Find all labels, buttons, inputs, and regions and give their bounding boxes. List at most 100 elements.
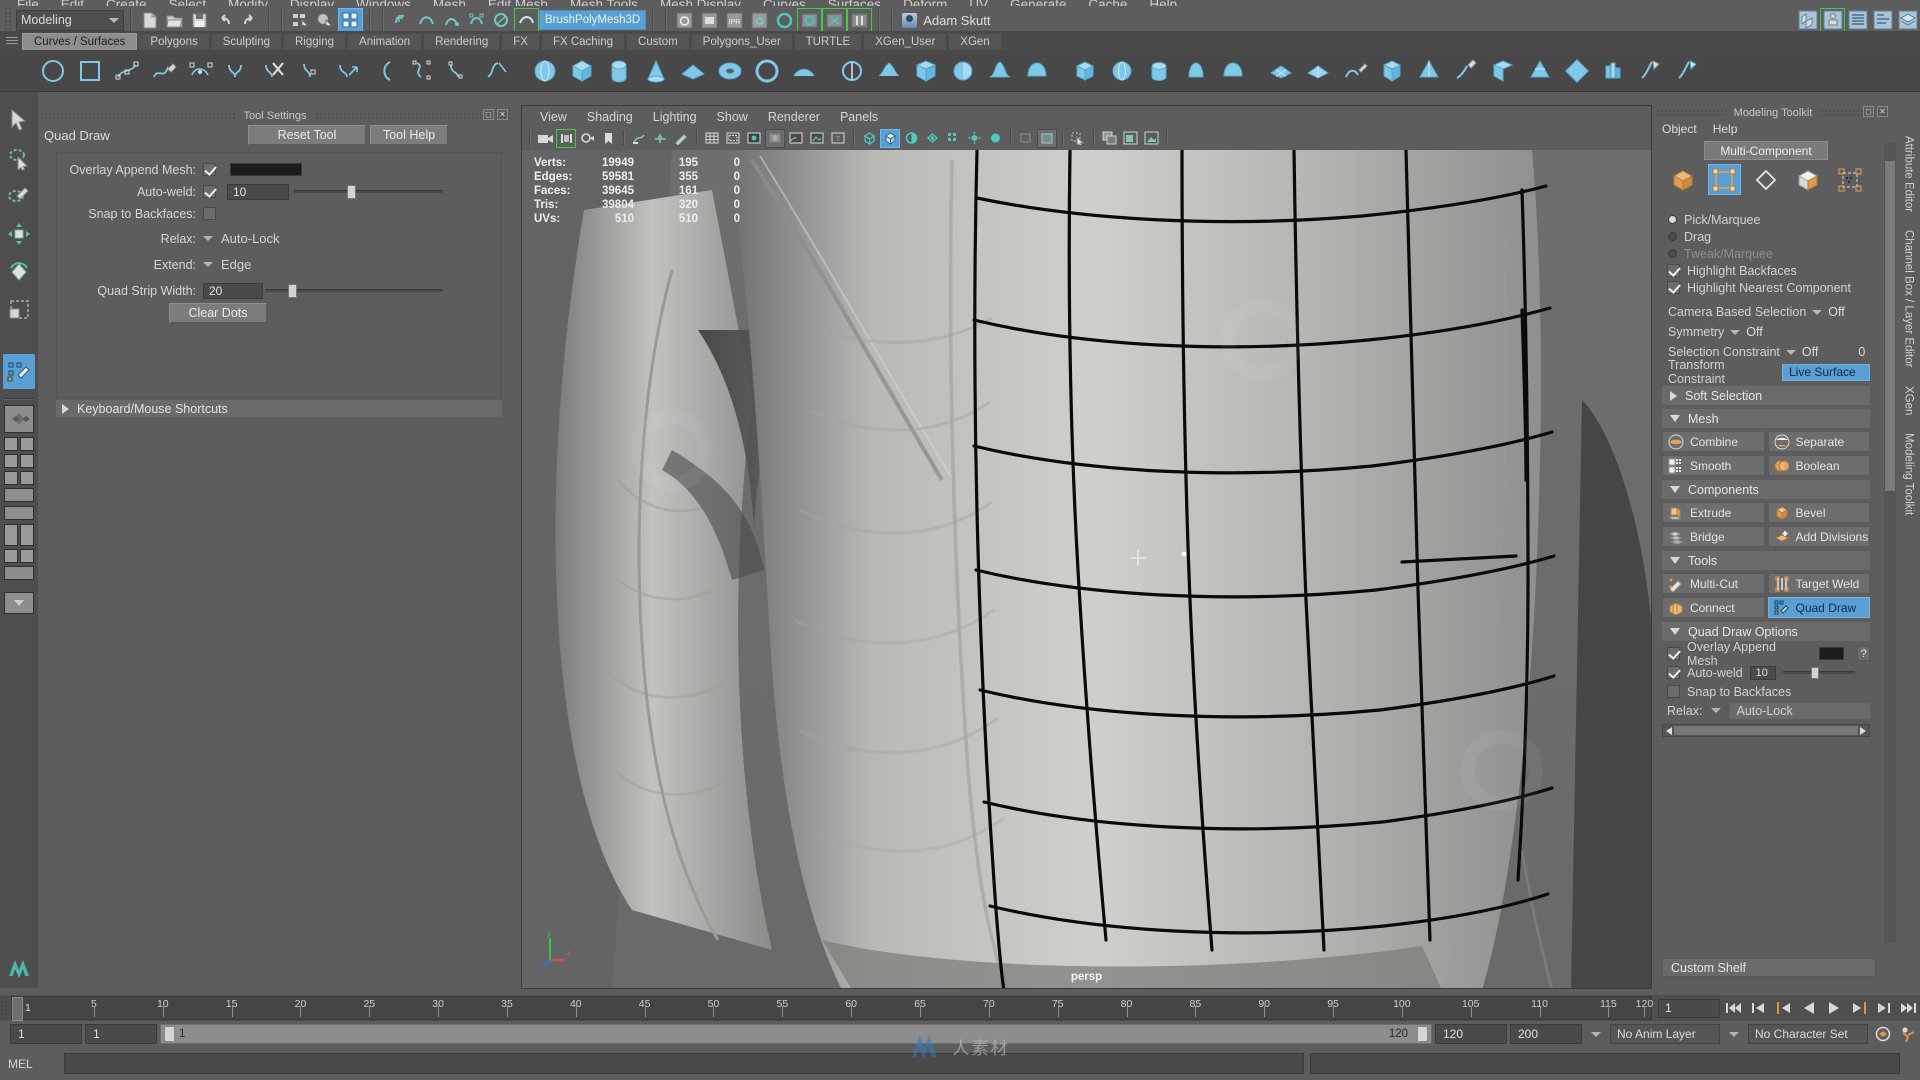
chevron-down-icon[interactable] <box>203 236 213 241</box>
shelf-tab-polygons[interactable]: Polygons <box>138 33 210 50</box>
side-tab-channel-box[interactable]: Channel Box / Layer Editor <box>1900 221 1918 376</box>
tools-section-header[interactable]: Tools <box>1662 551 1870 570</box>
open-scene-button[interactable] <box>162 8 187 33</box>
close-icon[interactable]: ✕ <box>1877 106 1888 117</box>
curve-tangent-icon[interactable] <box>221 54 255 88</box>
poly-helix-icon[interactable] <box>1523 54 1557 88</box>
time-slider-track[interactable]: 1 5 10 15 20 25 30 35 40 45 50 55 60 65 … <box>11 996 1653 1021</box>
chevron-down-icon[interactable] <box>1591 1031 1601 1037</box>
ambient-occlusion-icon[interactable] <box>901 129 921 148</box>
quad-draw-tool-button[interactable] <box>3 354 35 389</box>
snap-to-curve-button[interactable] <box>414 8 439 33</box>
bookmark-icon[interactable] <box>598 129 618 148</box>
multi-component-icon[interactable] <box>1707 164 1741 195</box>
show-hide-attribute-editor-button[interactable] <box>1845 8 1870 33</box>
offset-curve-icon[interactable] <box>369 54 403 88</box>
toggle-panel-layout-icon[interactable] <box>1099 129 1119 148</box>
panel-window-buttons[interactable]: ◻ ✕ <box>1863 106 1888 117</box>
mt-snap-to-backfaces-checkbox[interactable] <box>1667 685 1680 698</box>
play-forwards-icon[interactable] <box>1822 998 1845 1018</box>
show-hide-modeling-toolkit-button[interactable] <box>1795 8 1820 33</box>
extrude-surface-icon[interactable] <box>946 54 980 88</box>
viewport-snapshot-icon[interactable] <box>1141 129 1161 148</box>
chevron-down-icon[interactable] <box>1729 1031 1739 1037</box>
new-scene-button[interactable] <box>137 8 162 33</box>
range-track[interactable]: 1 120 <box>160 1024 1432 1044</box>
quick-layout-outliner-persp-button[interactable] <box>4 471 34 485</box>
viewport-menu-panels[interactable]: Panels <box>830 110 888 124</box>
highlight-nearest-component-checkbox[interactable] <box>1667 281 1680 294</box>
light-editor-button[interactable] <box>847 7 873 33</box>
object-mode-icon[interactable] <box>1666 164 1699 195</box>
extend-curve-icon[interactable] <box>332 54 366 88</box>
multi-cut-button[interactable]: Multi-Cut <box>1662 573 1765 594</box>
anim-start-time-field[interactable]: 1 <box>10 1024 82 1044</box>
duplicate-surface-curve-icon[interactable] <box>480 54 514 88</box>
undock-icon[interactable]: ◻ <box>1863 106 1874 117</box>
reset-tool-button[interactable]: Reset Tool <box>248 125 366 145</box>
poly-cylinder-icon[interactable] <box>1142 54 1176 88</box>
step-back-keyframe-icon[interactable] <box>1747 998 1770 1018</box>
camera-based-selection-value[interactable]: Off <box>1828 305 1844 319</box>
poly-cone-icon[interactable] <box>1179 54 1213 88</box>
slider-knob[interactable] <box>347 184 356 199</box>
camera-based-selection-row[interactable]: Camera Based Selection Off <box>1662 302 1870 322</box>
cut-curve-icon[interactable] <box>258 54 292 88</box>
command-input-field[interactable] <box>64 1053 1304 1074</box>
clear-dots-button[interactable]: Clear Dots <box>169 302 267 323</box>
viewport-menu-show[interactable]: Show <box>707 110 758 124</box>
nurbs-cylinder-icon[interactable] <box>602 54 636 88</box>
wireframe-shading-icon[interactable] <box>744 129 764 148</box>
modeling-toolkit-vscrollbar[interactable] <box>1884 143 1896 943</box>
quick-layout-graph-editor-button[interactable] <box>4 506 34 520</box>
nurbs-cube-icon[interactable] <box>565 54 599 88</box>
sculpt-tool-icon[interactable] <box>1338 54 1372 88</box>
isolate-select-icon[interactable] <box>1016 129 1036 148</box>
step-forward-keyframe-icon[interactable] <box>1872 998 1895 1018</box>
playback-controls[interactable]: 1 <box>1652 998 1920 1018</box>
poly-pyramid-icon[interactable] <box>1412 54 1446 88</box>
go-to-start-icon[interactable] <box>1722 998 1745 1018</box>
menu-set-selector[interactable]: Modeling <box>16 9 124 31</box>
viewport-menu-lighting[interactable]: Lighting <box>643 110 707 124</box>
modeling-toolkit-menu-bar[interactable]: Object Help <box>1656 120 1890 137</box>
shelf-tab-grip[interactable] <box>6 37 18 44</box>
mt-relax-value[interactable]: Auto-Lock <box>1730 702 1870 719</box>
anim-layer-dropdown[interactable]: No Anim Layer <box>1610 1024 1720 1044</box>
viewport-canvas[interactable]: Verts: 19949 195 0 Edges: 59581 355 0 Fa… <box>522 150 1651 988</box>
nurbs-plane-icon[interactable] <box>676 54 710 88</box>
panel-window-buttons[interactable]: ◻ ✕ <box>483 109 508 120</box>
bookmark-camera-icon[interactable] <box>577 129 597 148</box>
nurbs-square-icon[interactable] <box>73 54 107 88</box>
bezier-curve-tool-icon[interactable] <box>184 54 218 88</box>
show-hide-tool-settings-button[interactable] <box>1870 8 1895 33</box>
chevron-down-icon[interactable] <box>1711 708 1722 713</box>
quick-layout-dope-sheet-button[interactable] <box>4 566 34 580</box>
shelf-tab-fx[interactable]: FX <box>501 33 540 50</box>
uv-mode-icon[interactable] <box>1833 164 1866 195</box>
scroll-right-icon[interactable] <box>1860 726 1866 735</box>
modeling-toolkit-hscrollbar[interactable] <box>1662 724 1870 737</box>
components-section-header[interactable]: Components <box>1662 480 1870 499</box>
screen-space-ao-icon[interactable] <box>964 129 984 148</box>
move-tool-button[interactable] <box>3 216 35 251</box>
mesh-section-header[interactable]: Mesh <box>1662 409 1870 428</box>
right-dock-tab-strip[interactable]: Attribute Editor Channel Box / Layer Edi… <box>1897 105 1920 989</box>
make-live-button[interactable] <box>514 7 539 33</box>
viewport-3d-model[interactable] <box>522 150 1651 988</box>
quick-layout-four-view-button-2[interactable] <box>4 454 34 468</box>
render-setup-button[interactable] <box>822 7 848 33</box>
shelf-tab-curves-surfaces[interactable]: Curves / Surfaces <box>22 33 138 50</box>
select-by-component-button[interactable] <box>338 7 363 33</box>
selection-mode-pick-marquee[interactable]: Pick/Marquee <box>1662 211 1870 228</box>
snap-to-projected-center-button[interactable] <box>464 8 489 33</box>
motion-blur-icon[interactable] <box>922 129 942 148</box>
highlight-backfaces-checkbox[interactable] <box>1667 264 1680 277</box>
target-weld-button[interactable]: Target Weld <box>1767 573 1870 594</box>
tool-help-button[interactable]: Tool Help <box>370 125 448 145</box>
quad-draw-button[interactable]: Quad Draw <box>1767 597 1870 618</box>
time-slider-cursor[interactable]: 1 <box>12 997 31 1021</box>
loft-surface-icon[interactable] <box>872 54 906 88</box>
nurbs-torus-icon[interactable] <box>713 54 747 88</box>
panel-grip[interactable] <box>1656 108 1726 117</box>
